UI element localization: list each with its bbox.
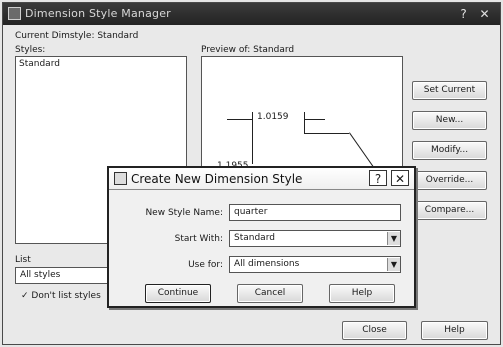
help-button[interactable]: Help: [421, 321, 488, 340]
new-style-name-input[interactable]: quarter: [229, 204, 401, 221]
styles-list-item[interactable]: Standard: [19, 59, 60, 69]
close-button[interactable]: Close: [342, 321, 407, 340]
window-title: Dimension Style Manager: [25, 7, 171, 20]
part-edge-top: [304, 133, 349, 134]
current-dimstyle-label: Current Dimstyle: Standard: [15, 31, 139, 41]
create-new-dimension-style-dialog: Create New Dimension Style ? ✕ New Style…: [107, 166, 416, 308]
help-icon[interactable]: ?: [455, 7, 472, 21]
dim-text-1: 1.0159: [257, 112, 289, 122]
start-with-select[interactable]: Standard ▼: [229, 230, 401, 247]
part-edge-left: [252, 134, 253, 164]
use-for-label: Use for:: [188, 260, 223, 270]
dont-list-checkbox-label[interactable]: ✓ Don't list styles: [21, 291, 101, 301]
chevron-down-icon[interactable]: ▼: [387, 258, 400, 271]
compare-button[interactable]: Compare...: [412, 201, 487, 220]
dialog-close-icon[interactable]: ✕: [391, 170, 409, 186]
dim-line-left: [227, 119, 252, 120]
list-label: List: [15, 255, 31, 265]
continue-button[interactable]: Continue: [145, 284, 211, 303]
list-select[interactable]: All styles: [15, 267, 115, 284]
new-button[interactable]: New...: [412, 111, 487, 130]
preview-label: Preview of: Standard: [201, 45, 295, 55]
app-icon: [8, 7, 21, 20]
new-style-name-label: New Style Name:: [145, 208, 223, 218]
dialog-help-icon[interactable]: ?: [369, 170, 387, 186]
override-button[interactable]: Override...: [412, 171, 487, 190]
close-icon[interactable]: ✕: [476, 7, 493, 21]
start-with-label: Start With:: [174, 234, 223, 244]
dialog-help-button[interactable]: Help: [329, 284, 395, 303]
dim-line-right: [305, 119, 325, 120]
title-bar: Dimension Style Manager ? ✕: [3, 3, 500, 25]
dialog-app-icon: [114, 172, 127, 185]
ext-line-left: [252, 112, 253, 134]
cancel-button[interactable]: Cancel: [237, 284, 303, 303]
use-for-select[interactable]: All dimensions ▼: [229, 256, 401, 273]
styles-label: Styles:: [15, 45, 46, 55]
dialog-title: Create New Dimension Style: [131, 172, 303, 186]
chevron-down-icon[interactable]: ▼: [387, 232, 400, 245]
dialog-title-bar: Create New Dimension Style ? ✕: [109, 168, 414, 190]
ext-line-right: [304, 112, 305, 134]
checkbox-icon[interactable]: ✓: [21, 291, 31, 301]
set-current-button[interactable]: Set Current: [412, 81, 487, 100]
modify-button[interactable]: Modify...: [412, 141, 487, 160]
